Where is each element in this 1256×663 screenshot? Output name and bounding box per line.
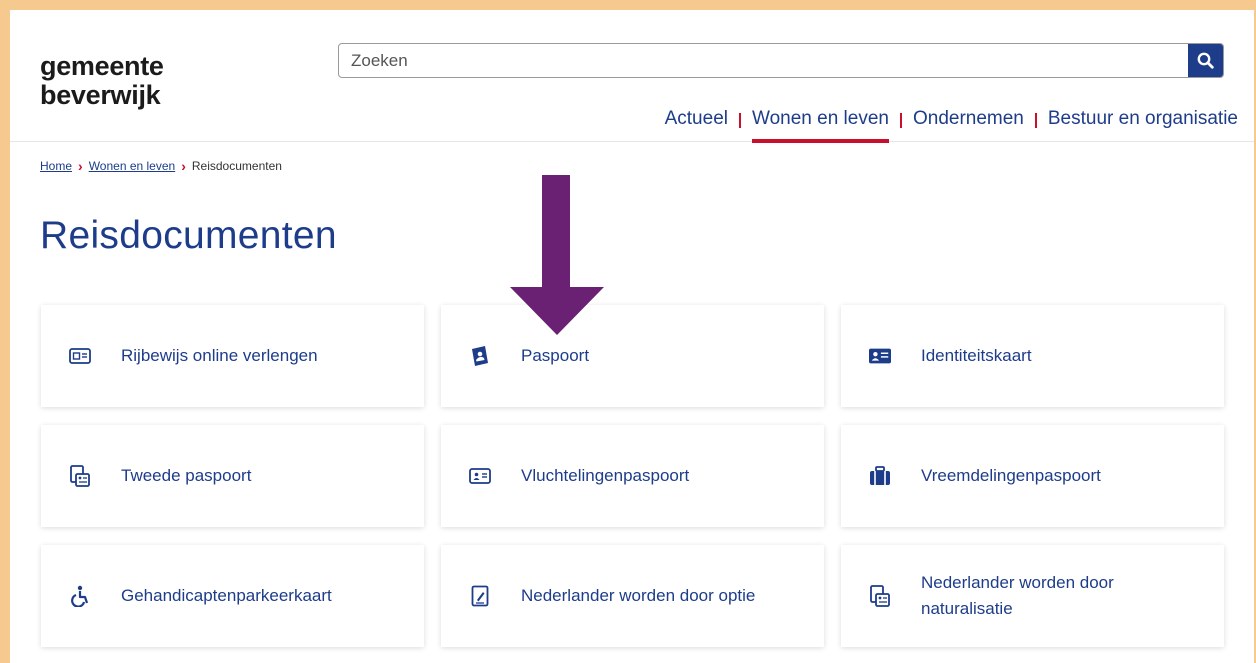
wheelchair-icon	[69, 585, 91, 607]
card-label: Paspoort	[521, 346, 590, 365]
site-header: gemeente beverwijk Actueel Wonen en leve…	[10, 10, 1254, 143]
main-nav: Actueel Wonen en leven Ondernemen Bestuu…	[665, 108, 1238, 143]
breadcrumb: Home › Wonen en leven › Reisdocumenten	[40, 158, 282, 174]
card-label: Nederlander worden door optie	[521, 586, 756, 605]
second-passport-icon	[69, 465, 91, 487]
card-label: Gehandicaptenparkeerkaart	[121, 586, 332, 605]
card-tweede-paspoort[interactable]: Tweede paspoort	[41, 425, 424, 527]
logo-line-1: gemeente	[40, 51, 164, 81]
card-label: Nederlander worden door naturalisatie	[921, 573, 1114, 618]
nav-bestuur-en-organisatie[interactable]: Bestuur en organisatie	[1048, 108, 1238, 140]
refugee-passport-icon	[469, 465, 491, 487]
breadcrumb-current: Reisdocumenten	[191, 159, 282, 173]
card-gehandicaptenparkeerkaart[interactable]: Gehandicaptenparkeerkaart	[41, 545, 424, 647]
nav-separator	[899, 112, 902, 128]
chevron-right-icon: ›	[78, 158, 83, 174]
nav-ondernemen[interactable]: Ondernemen	[913, 108, 1024, 140]
card-label: Vreemdelingenpaspoort	[921, 466, 1101, 485]
nav-separator	[1034, 112, 1037, 128]
card-label: Identiteitskaart	[921, 346, 1032, 365]
search-icon	[1197, 52, 1214, 69]
card-label: Tweede paspoort	[121, 466, 252, 485]
page-frame: gemeente beverwijk Actueel Wonen en leve…	[10, 10, 1254, 663]
card-identiteitskaart[interactable]: Identiteitskaart	[841, 305, 1224, 407]
search-button[interactable]	[1188, 44, 1223, 77]
card-label: Rijbewijs online verlengen	[121, 346, 318, 365]
id-card-icon	[869, 345, 891, 367]
search-bar	[338, 43, 1224, 78]
nav-wonen-en-leven[interactable]: Wonen en leven	[751, 108, 889, 143]
passport-icon	[469, 345, 491, 367]
arrow-down-annotation	[510, 175, 604, 335]
document-icon	[469, 585, 491, 607]
logo-line-2: beverwijk	[40, 80, 161, 110]
card-paspoort[interactable]: Paspoort	[441, 305, 824, 407]
card-nederlander-worden-door-optie[interactable]: Nederlander worden door optie	[441, 545, 824, 647]
suitcase-icon	[869, 465, 891, 487]
page-title: Reisdocumenten	[40, 214, 337, 257]
card-vluchtelingenpaspoort[interactable]: Vluchtelingenpaspoort	[441, 425, 824, 527]
card-label: Vluchtelingenpaspoort	[521, 466, 690, 485]
nav-actueel[interactable]: Actueel	[665, 108, 728, 140]
drivers-license-icon	[69, 345, 91, 367]
card-vreemdelingenpaspoort[interactable]: Vreemdelingenpaspoort	[841, 425, 1224, 527]
breadcrumb-wonen-en-leven[interactable]: Wonen en leven	[89, 159, 176, 173]
card-rijbewijs-online-verlengen[interactable]: Rijbewijs online verlengen	[41, 305, 424, 407]
search-input[interactable]	[339, 44, 1188, 77]
site-logo[interactable]: gemeente beverwijk	[40, 52, 164, 110]
nav-separator	[738, 112, 741, 128]
naturalization-icon	[869, 585, 891, 607]
card-nederlander-worden-door-naturalisatie[interactable]: Nederlander worden door naturalisatie	[841, 545, 1224, 647]
breadcrumb-home[interactable]: Home	[40, 159, 72, 173]
chevron-right-icon: ›	[181, 158, 186, 174]
